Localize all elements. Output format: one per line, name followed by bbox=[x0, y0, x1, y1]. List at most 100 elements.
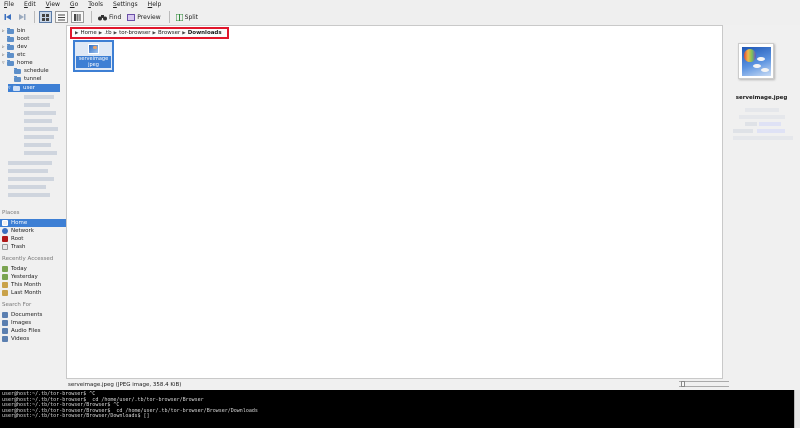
back-button[interactable] bbox=[2, 11, 14, 23]
tree-item-boot[interactable]: boot bbox=[2, 35, 29, 43]
images-icon bbox=[2, 320, 8, 326]
places-item-label: Root bbox=[11, 236, 24, 242]
split-label: Split bbox=[184, 13, 198, 21]
search-item-images[interactable]: Images bbox=[0, 319, 66, 327]
places-item-root[interactable]: Root bbox=[0, 235, 66, 243]
breadcrumb-downloads[interactable]: Downloads bbox=[188, 30, 222, 36]
menu-file[interactable]: File bbox=[4, 1, 14, 8]
recent-item-label: Last Month bbox=[11, 290, 42, 296]
places-item-trash[interactable]: Trash bbox=[0, 243, 66, 251]
search-item-label: Audio Files bbox=[11, 328, 41, 334]
search-item-documents[interactable]: Documents bbox=[0, 311, 66, 319]
find-button[interactable]: Find bbox=[96, 11, 123, 23]
file-view[interactable]: ▶ Home ▶ .tb ▶ tor-browser ▶ Browser ▶ D… bbox=[66, 25, 723, 379]
folder-icon bbox=[7, 35, 14, 42]
menu-view[interactable]: View bbox=[46, 1, 60, 8]
breadcrumb: ▶ Home ▶ .tb ▶ tor-browser ▶ Browser ▶ D… bbox=[70, 27, 229, 39]
search-item-videos[interactable]: Videos bbox=[0, 335, 66, 343]
search-item-audio[interactable]: Audio Files bbox=[0, 327, 66, 335]
columns-view-icon bbox=[74, 13, 81, 21]
calendar-icon bbox=[2, 290, 8, 296]
calendar-icon bbox=[2, 282, 8, 288]
forward-button[interactable] bbox=[16, 11, 28, 23]
calendar-icon bbox=[2, 266, 8, 272]
recent-item-this-month[interactable]: This Month bbox=[0, 281, 66, 289]
folder-icon bbox=[7, 59, 14, 66]
breadcrumb-tor-browser[interactable]: tor-browser bbox=[119, 30, 150, 36]
terminal-line: user@host:~/.tb/tor-browser/Browser/Down… bbox=[2, 413, 150, 420]
redacted-tree-item bbox=[24, 151, 57, 155]
menu-go[interactable]: Go bbox=[70, 1, 78, 8]
folder-icon bbox=[14, 75, 21, 82]
zoom-slider[interactable] bbox=[679, 381, 729, 387]
network-icon bbox=[2, 228, 8, 234]
preview-panel: serveimage.jpeg bbox=[723, 25, 800, 379]
tree-item-tunnel[interactable]: tunnel bbox=[14, 75, 42, 83]
split-button[interactable]: Split bbox=[174, 11, 200, 23]
redacted-meta bbox=[745, 108, 779, 112]
tree-item-user[interactable]: ▿ user bbox=[8, 84, 60, 92]
tree-item-etc[interactable]: ▹ etc bbox=[2, 51, 26, 59]
terminal-panel[interactable]: user@host:~/.tb/tor-browser$ ^C user@hos… bbox=[0, 390, 800, 428]
folder-icon bbox=[7, 27, 14, 34]
redacted-tree-item bbox=[8, 193, 50, 197]
folder-icon bbox=[7, 43, 14, 50]
zoom-slider-handle[interactable] bbox=[681, 381, 685, 387]
file-item-serveimage[interactable]: serveimage jpeg bbox=[73, 40, 114, 72]
terminal-scrollbar[interactable] bbox=[794, 390, 800, 428]
icons-view-button[interactable] bbox=[39, 11, 52, 23]
breadcrumb-browser[interactable]: Browser bbox=[158, 30, 180, 36]
file-name: serveimage jpeg bbox=[76, 56, 111, 68]
recent-heading: Recently Accessed bbox=[2, 256, 54, 262]
toolbar: Find Preview Split bbox=[0, 9, 800, 25]
redacted-tree-item bbox=[8, 177, 54, 181]
documents-icon bbox=[2, 312, 8, 318]
details-view-button[interactable] bbox=[55, 11, 68, 23]
preview-button[interactable]: Preview bbox=[125, 11, 162, 23]
tree-item-label: bin bbox=[17, 28, 26, 34]
tree-item-label: tunnel bbox=[24, 76, 42, 82]
breadcrumb-arrow-icon: ▶ bbox=[152, 30, 156, 36]
folder-icon bbox=[7, 51, 14, 58]
redacted-tree-item bbox=[8, 161, 52, 165]
redacted-meta bbox=[733, 129, 753, 133]
home-icon bbox=[2, 220, 8, 226]
redacted-meta bbox=[739, 115, 785, 119]
tree-item-label: etc bbox=[17, 52, 26, 58]
breadcrumb-tb[interactable]: .tb bbox=[104, 30, 111, 36]
places-heading: Places bbox=[2, 210, 20, 216]
toolbar-separator bbox=[91, 11, 92, 23]
menu-edit[interactable]: Edit bbox=[24, 1, 36, 8]
recent-item-yesterday[interactable]: Yesterday bbox=[0, 273, 66, 281]
places-item-home[interactable]: Home bbox=[0, 219, 66, 227]
menu-tools[interactable]: Tools bbox=[88, 1, 103, 8]
redacted-tree-item bbox=[24, 143, 51, 147]
status-text: serveimage.jpeg (JPEG image, 358.4 KiB) bbox=[68, 381, 182, 388]
recent-item-last-month[interactable]: Last Month bbox=[0, 289, 66, 297]
preview-filename: serveimage.jpeg bbox=[735, 95, 788, 101]
breadcrumb-arrow-icon: ▶ bbox=[75, 30, 79, 36]
redacted-tree-item bbox=[8, 185, 46, 189]
tree-item-bin[interactable]: ▹ bin bbox=[2, 27, 26, 35]
places-item-label: Network bbox=[11, 228, 34, 234]
tree-item-home[interactable]: ▿ home bbox=[2, 59, 33, 67]
places-item-network[interactable]: Network bbox=[0, 227, 66, 235]
redacted-tree-item bbox=[24, 135, 54, 139]
audio-icon bbox=[2, 328, 8, 334]
toolbar-separator bbox=[34, 11, 35, 23]
menu-bar: File Edit View Go Tools Settings Help bbox=[0, 0, 800, 9]
details-view-icon bbox=[58, 14, 65, 20]
menu-settings[interactable]: Settings bbox=[113, 1, 138, 8]
redacted-tree-item bbox=[24, 103, 50, 107]
tree-item-label: home bbox=[17, 60, 33, 66]
recent-item-today[interactable]: Today bbox=[0, 265, 66, 273]
breadcrumb-arrow-icon: ▶ bbox=[113, 30, 118, 36]
forward-arrow-icon bbox=[19, 14, 26, 20]
tree-item-dev[interactable]: ▹ dev bbox=[2, 43, 27, 51]
columns-view-button[interactable] bbox=[71, 11, 84, 23]
recent-item-label: Today bbox=[11, 266, 27, 272]
trash-icon bbox=[2, 244, 8, 250]
breadcrumb-home[interactable]: Home bbox=[80, 30, 96, 36]
tree-item-schedule[interactable]: schedule bbox=[14, 67, 49, 75]
menu-help[interactable]: Help bbox=[148, 1, 162, 8]
